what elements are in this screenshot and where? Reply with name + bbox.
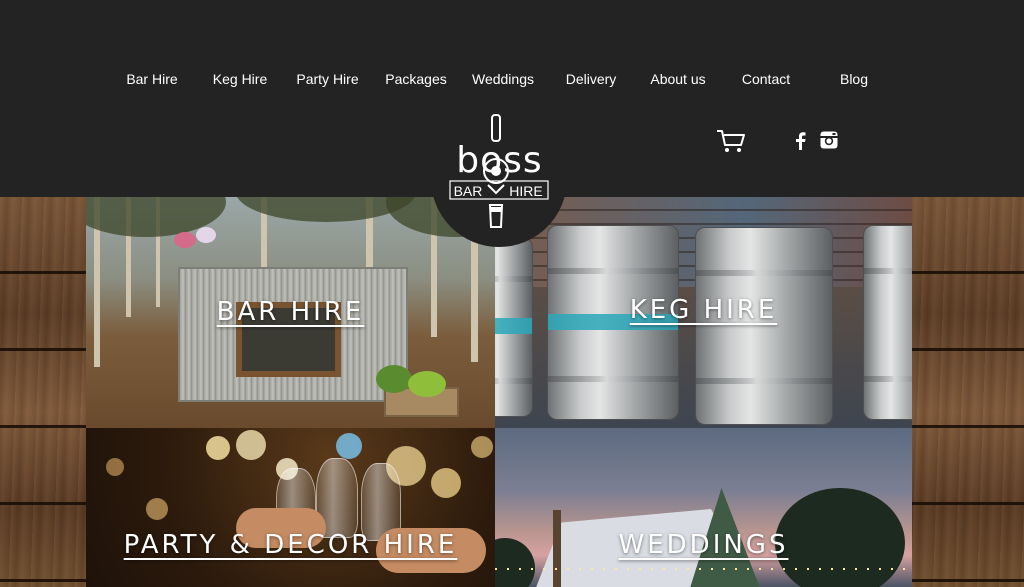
- nav-blog[interactable]: Blog: [830, 68, 878, 90]
- nav-delivery[interactable]: Delivery: [556, 68, 626, 90]
- keg-ring: [495, 378, 532, 384]
- keg: [695, 227, 833, 425]
- flowers: [196, 227, 216, 243]
- keg-ring: [548, 268, 678, 274]
- bokeh-light: [431, 468, 461, 498]
- weddings-tile[interactable]: WEDDINGS: [495, 428, 912, 587]
- nav-party-hire[interactable]: Party Hire: [290, 68, 365, 90]
- bokeh-light: [236, 430, 266, 460]
- party-decor-hire-label[interactable]: PARTY & DECOR HIRE: [86, 530, 495, 560]
- nav-weddings[interactable]: Weddings: [466, 68, 540, 90]
- weddings-label[interactable]: WEDDINGS: [495, 530, 912, 560]
- plant: [408, 371, 446, 397]
- keg-ring: [864, 268, 912, 274]
- bar-hire-label[interactable]: BAR HIRE: [86, 297, 495, 327]
- facebook-icon[interactable]: [793, 131, 807, 150]
- flowers: [174, 232, 196, 248]
- string-lights: [495, 568, 912, 570]
- keg: [495, 237, 533, 417]
- logo-hire-text: HIRE: [509, 183, 543, 199]
- bokeh-light: [206, 436, 230, 460]
- keg-ring: [495, 276, 532, 282]
- logo-bar-text: BAR: [453, 183, 483, 199]
- nav-bar-hire[interactable]: Bar Hire: [118, 68, 186, 90]
- keg-hire-tile[interactable]: KEG HIRE: [495, 197, 912, 428]
- nav-keg-hire[interactable]: Keg Hire: [205, 68, 275, 90]
- keg-ring: [696, 378, 832, 384]
- main-nav: Bar Hire Keg Hire Party Hire Packages We…: [0, 68, 1024, 90]
- keg-ring: [864, 376, 912, 382]
- plant: [376, 365, 412, 393]
- nav-about-us[interactable]: About us: [643, 68, 713, 90]
- party-decor-hire-tile[interactable]: PARTY & DECOR HIRE: [86, 428, 495, 587]
- nav-contact[interactable]: Contact: [733, 68, 799, 90]
- keg-ring: [548, 376, 678, 382]
- boss-bar-hire-logo[interactable]: boss BAR HIRE: [444, 113, 554, 235]
- bokeh-light: [471, 436, 493, 458]
- bokeh-light: [106, 458, 124, 476]
- logo-wordmark: boss: [456, 140, 543, 181]
- cart-icon[interactable]: [716, 128, 746, 154]
- bar-hire-tile[interactable]: BAR HIRE: [86, 197, 495, 428]
- keg-hire-label[interactable]: KEG HIRE: [495, 295, 912, 325]
- keg-ring: [696, 270, 832, 276]
- instagram-icon[interactable]: [820, 131, 838, 149]
- nav-packages[interactable]: Packages: [380, 68, 452, 90]
- bokeh-light: [336, 433, 362, 459]
- bokeh-light: [146, 498, 168, 520]
